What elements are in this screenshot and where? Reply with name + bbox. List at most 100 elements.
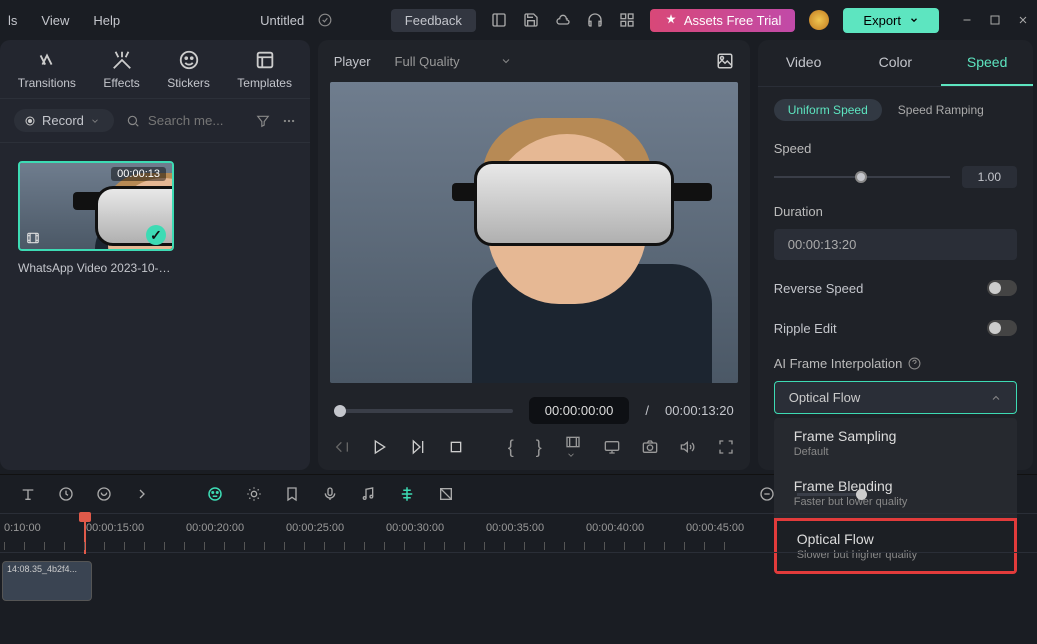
cloud-icon[interactable] [554,11,572,29]
tab-templates[interactable]: Templates [237,48,292,90]
export-label: Export [863,13,901,28]
option-title: Frame Sampling [794,428,997,444]
current-time: 00:00:00:00 [529,397,630,424]
chevron-down-icon [500,55,512,67]
ripple-edit-toggle[interactable] [987,320,1017,336]
marker-out-icon[interactable]: } [536,437,542,458]
clip-name: WhatsApp Video 2023-10-05... [18,261,174,275]
feedback-button[interactable]: Feedback [391,9,476,32]
mic-icon[interactable] [322,486,338,502]
tab-video[interactable]: Video [758,40,850,86]
ruler-mark: 00:00:15:00 [86,522,144,534]
step-icon[interactable] [410,439,426,455]
speed-label: Speed [774,141,1017,156]
menu-item-view[interactable]: View [41,13,69,28]
player-label: Player [334,54,371,69]
ruler-mark: 00:00:30:00 [386,522,444,534]
chevron-up-icon [990,392,1002,404]
ai-interpolation-select[interactable]: Optical Flow [774,381,1017,414]
main-menu: ls View Help [8,13,120,28]
fullscreen-icon[interactable] [718,439,734,455]
menu-item-tools[interactable]: ls [8,13,17,28]
ratio-icon[interactable] [564,434,582,460]
cut-icon[interactable] [398,485,416,503]
check-icon: ✓ [146,225,166,245]
mask-icon[interactable] [96,486,112,502]
close-icon[interactable] [1017,14,1029,26]
option-subtitle: Faster but lower quality [794,496,997,508]
subtab-uniform-speed[interactable]: Uniform Speed [774,99,882,121]
option-subtitle: Default [794,446,997,458]
duration-label: Duration [774,204,1017,219]
monitor-icon[interactable] [604,439,620,455]
ai-tool-icon[interactable] [206,485,224,503]
assets-trial-button[interactable]: Assets Free Trial [650,9,796,32]
adjust-icon[interactable] [246,486,262,502]
expand-icon[interactable] [134,486,150,502]
tab-effects[interactable]: Effects [103,48,139,90]
search-icon[interactable] [126,114,140,128]
snapshot-icon[interactable] [642,439,658,455]
bookmark-icon[interactable] [284,486,300,502]
apps-icon[interactable] [618,11,636,29]
tab-stickers[interactable]: Stickers [167,48,210,90]
stop-icon[interactable] [448,439,464,455]
speed-value[interactable]: 1.00 [962,166,1017,188]
tab-color[interactable]: Color [849,40,941,86]
music-icon[interactable] [360,486,376,502]
record-button[interactable]: Record [14,109,114,132]
tab-stickers-label: Stickers [167,76,210,90]
save-icon[interactable] [522,11,540,29]
maximize-icon[interactable] [989,14,1001,26]
subtab-speed-ramping[interactable]: Speed Ramping [898,99,984,121]
cloud-sync-icon[interactable] [316,11,334,29]
profile-icon[interactable] [809,10,829,30]
ai-interpolation-label: AI Frame Interpolation [774,356,1017,371]
history-icon[interactable] [58,486,74,502]
effects-icon [110,48,134,72]
text-tool-icon[interactable] [20,486,36,502]
timeline-ruler[interactable]: 0:10:00 00:00:15:00 00:00:20:00 00:00:25… [0,513,1037,553]
timeline-clip[interactable]: 14:08.35_4b2f4... [2,561,92,601]
inspector-panel: Video Color Speed Uniform Speed Speed Ra… [758,40,1033,470]
ruler-mark: 00:00:35:00 [486,522,544,534]
ruler-mark: 00:00:20:00 [186,522,244,534]
filter-icon[interactable] [256,114,270,128]
ruler-mark: 0:10:00 [4,522,41,534]
layout-icon[interactable] [490,11,508,29]
play-icon[interactable] [372,439,388,455]
more-icon[interactable] [282,114,296,128]
speed-slider[interactable] [774,176,950,178]
option-frame-sampling[interactable]: Frame Sampling Default [774,418,1017,468]
media-panel: Transitions Effects Stickers Templates R… [0,40,310,470]
duration-field[interactable]: 00:00:13:20 [774,229,1017,260]
prev-frame-icon[interactable] [334,439,350,455]
image-icon[interactable] [716,52,734,70]
reverse-speed-toggle[interactable] [987,280,1017,296]
volume-icon[interactable] [680,439,696,455]
templates-icon [253,48,277,72]
media-clip[interactable]: 00:00:13 ✓ [18,161,174,251]
quality-select[interactable]: Full Quality [395,54,512,69]
help-icon[interactable] [908,357,921,370]
ruler-mark: 00:00:25:00 [286,522,344,534]
minimize-icon[interactable] [961,14,973,26]
tab-templates-label: Templates [237,76,292,90]
search-input[interactable] [148,113,244,128]
video-preview[interactable] [330,82,738,383]
crop-icon[interactable] [438,486,454,502]
project-title: Untitled [260,13,304,28]
marker-in-icon[interactable]: { [508,437,514,458]
quality-label: Full Quality [395,54,460,69]
tab-effects-label: Effects [103,76,139,90]
preview-panel: Player Full Quality 00:00:00:00 / 00:00:… [318,40,750,470]
tab-speed[interactable]: Speed [941,40,1033,86]
progress-bar[interactable] [334,409,513,413]
menu-item-help[interactable]: Help [93,13,120,28]
headphones-icon[interactable] [586,11,604,29]
zoom-slider[interactable] [797,493,867,496]
tab-transitions[interactable]: Transitions [18,48,76,90]
reverse-speed-label: Reverse Speed [774,281,864,296]
export-button[interactable]: Export [843,8,939,33]
titlebar: ls View Help Untitled Feedback Assets Fr… [0,0,1037,40]
